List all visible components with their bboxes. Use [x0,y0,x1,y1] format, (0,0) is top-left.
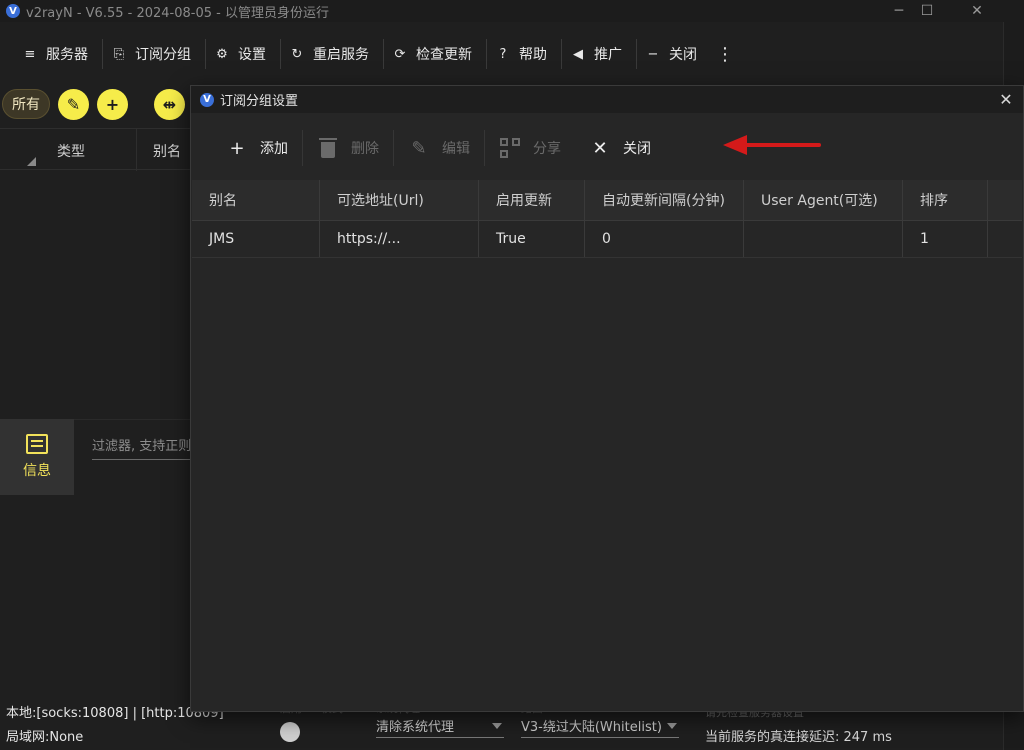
grid-header-interval[interactable]: 自动更新间隔(分钟) [585,180,744,220]
column-header-type[interactable]: 类型 [57,141,85,161]
add-group-button[interactable]: + [97,89,128,120]
close-icon: ✕ [592,137,608,159]
add-subscription-label: 添加 [260,141,288,157]
minus-icon: − [647,46,659,62]
maximize-icon[interactable]: ☐ [904,0,950,22]
servers-menu-button[interactable]: ≡ 服务器 [14,32,102,76]
window-title: v2rayN - V6.55 - 2024-08-05 - 以管理员身份运行 [26,5,329,21]
grid-header-sort[interactable]: 排序 [903,180,988,220]
cell-url: https://... [320,221,479,257]
subscription-group-label: 订阅分组 [135,47,191,63]
log-filter-input[interactable]: 过滤器, 支持正则 [92,435,202,460]
promotion-label: 推广 [594,47,622,63]
subscription-group-button[interactable]: ⎘ 订阅分组 [103,32,205,76]
check-update-label: 检查更新 [416,47,472,63]
app-logo-icon: V [6,4,20,18]
routing-value: V3-绕过大陆(Whitelist) [521,720,662,735]
delete-subscription-button[interactable]: 删除 [303,128,393,168]
log-area-divider [74,419,204,420]
help-button[interactable]: ? 帮助 [487,32,561,76]
grid-header-filler [988,180,1022,220]
server-icon: ≡ [24,46,36,62]
delete-subscription-label: 删除 [351,141,379,157]
app-logo-icon: V [200,92,214,107]
system-proxy-value: 清除系统代理 [376,720,455,735]
dialog-toolbar: + 添加 删除 ✎ 编辑 分享 ✕ 关闭 [192,116,1022,180]
red-annotation-arrow [723,135,823,155]
exit-label: 关闭 [669,47,697,63]
restart-service-button[interactable]: ↻ 重启服务 [281,32,383,76]
column-divider [136,129,137,171]
update-icon: ⟳ [394,46,406,62]
cell-alias: JMS [192,221,320,257]
chevron-down-icon [492,723,502,729]
more-options-icon[interactable]: ⋮ [715,44,735,65]
close-dialog-button[interactable]: ✕ 关闭 [575,128,665,168]
dialog-title-bar: V 订阅分组设置 ✕ [191,86,1023,113]
group-tab-all[interactable]: 所有 [2,89,50,119]
column-header-alias[interactable]: 别名 [153,141,181,161]
settings-label: 设置 [238,47,266,63]
help-label: 帮助 [519,47,547,63]
info-tab[interactable]: 信息 [0,419,74,495]
plus-icon: + [105,95,120,114]
subscription-icon: ⎘ [113,46,125,62]
chevron-down-icon [667,723,677,729]
grid-header-row: 别名 可选地址(Url) 启用更新 自动更新间隔(分钟) User Agent(… [192,180,1022,221]
split-icon: ⇹ [162,95,177,114]
routing-select[interactable]: V3-绕过大陆(Whitelist) [521,716,679,738]
pencil-icon: ✎ [66,95,81,114]
cell-filler [988,221,1022,257]
arrow-shaft [741,143,821,147]
exit-button[interactable]: − 关闭 [637,32,711,76]
close-window-icon[interactable]: ✕ [954,0,1000,22]
check-update-button[interactable]: ⟳ 检查更新 [384,32,486,76]
servers-menu-label: 服务器 [46,47,88,63]
grid-header-url[interactable]: 可选地址(Url) [320,180,479,220]
restart-service-label: 重启服务 [313,47,369,63]
share-subscription-button[interactable]: 分享 [485,128,575,168]
subscription-grid: 别名 可选地址(Url) 启用更新 自动更新间隔(分钟) User Agent(… [192,180,1022,258]
edit-subscription-button[interactable]: ✎ 编辑 [394,128,484,168]
cell-sort: 1 [903,221,988,257]
cell-enabled: True [479,221,585,257]
pencil-icon: ✎ [411,137,427,159]
connection-delay-text: 当前服务的真连接延迟: 247 ms [705,730,892,745]
grid-header-alias[interactable]: 别名 [192,180,320,220]
qr-code-icon [499,137,521,159]
server-list-header: 类型 别名 [0,128,200,171]
message-icon [26,434,48,454]
lan-status-text: 局域网:None [6,730,84,745]
share-subscription-label: 分享 [533,141,561,157]
title-bar: V v2rayN - V6.55 - 2024-08-05 - 以管理员身份运行… [0,0,1004,22]
system-proxy-select[interactable]: 清除系统代理 [376,716,504,738]
edit-subscription-label: 编辑 [442,141,470,157]
plus-icon: + [229,137,245,159]
grid-header-user-agent[interactable]: User Agent(可选) [744,180,903,220]
grid-header-enabled[interactable]: 启用更新 [479,180,585,220]
restart-icon: ↻ [291,46,303,62]
close-dialog-label: 关闭 [623,141,651,157]
trash-icon [317,137,339,159]
promotion-button[interactable]: ◀ 推广 [562,32,636,76]
speaker-icon: ◀ [573,46,583,62]
table-row[interactable]: JMS https://... True 0 1 [192,221,1022,258]
edit-group-button[interactable]: ✎ [58,89,89,120]
select-all-corner[interactable] [27,157,36,166]
cell-interval: 0 [585,221,744,257]
main-toolbar: ≡ 服务器 ⎘ 订阅分组 ⚙ 设置 ↻ 重启服务 ⟳ 检查更新 ? 帮助 ◀ 推… [0,32,1004,76]
subscription-group-dialog: V 订阅分组设置 ✕ + 添加 删除 ✎ 编辑 分享 ✕ 关闭 别名 可选地址(… [190,85,1024,712]
add-subscription-button[interactable]: + 添加 [212,128,302,168]
arrow-head-icon [723,135,747,155]
group-tabs: 所有 ✎ + ⇹ [0,86,200,124]
dialog-title: 订阅分组设置 [220,94,299,109]
split-layout-button[interactable]: ⇹ [154,89,185,120]
dialog-close-icon[interactable]: ✕ [995,88,1017,110]
cell-user-agent [744,221,903,257]
tun-mode-toggle[interactable] [280,722,300,742]
help-icon: ? [499,46,507,62]
gear-icon: ⚙ [216,46,228,62]
settings-button[interactable]: ⚙ 设置 [206,32,280,76]
info-tab-label: 信息 [23,463,51,479]
